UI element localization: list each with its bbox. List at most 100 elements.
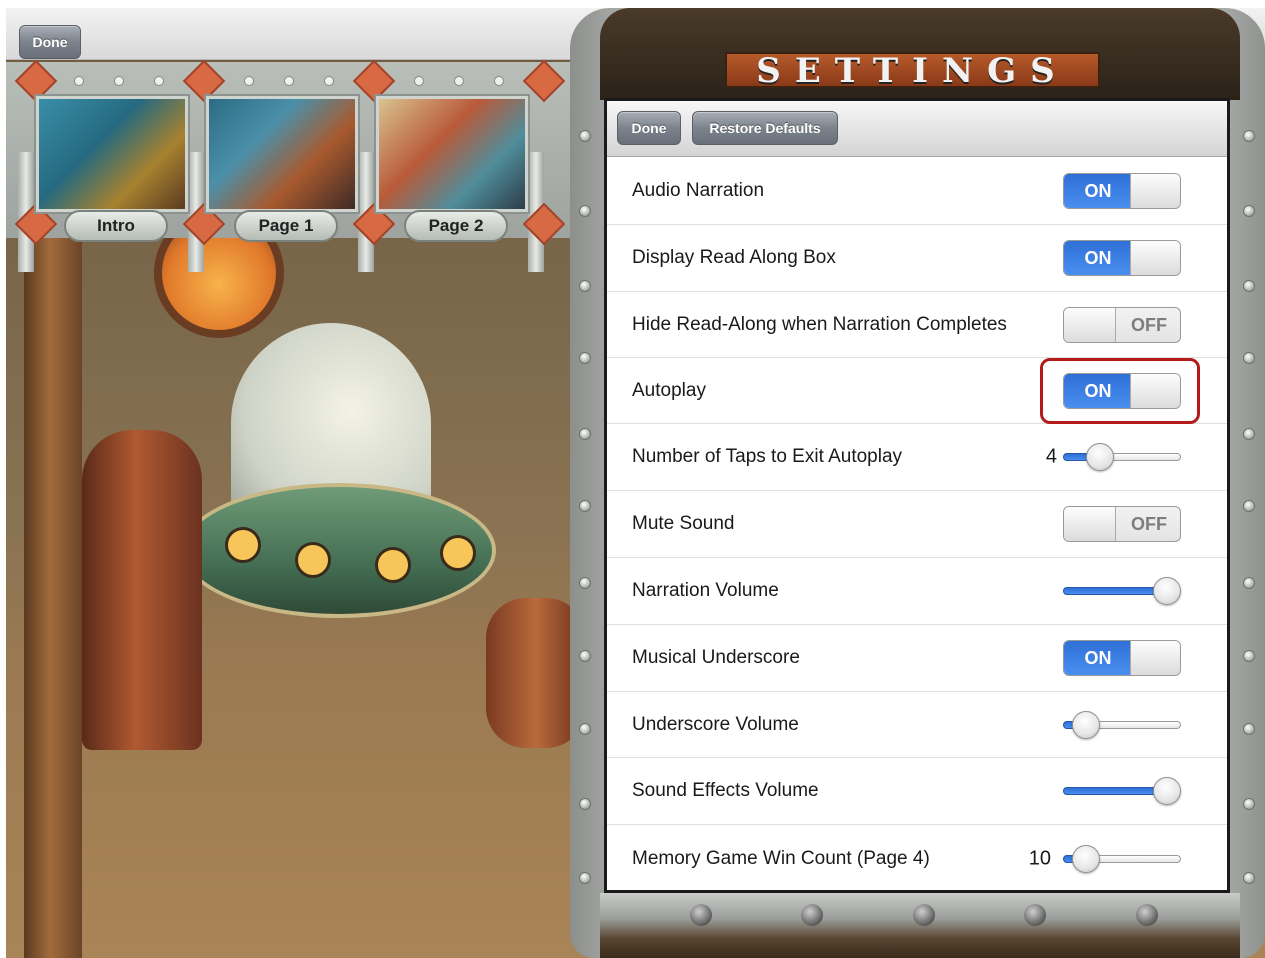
rivet	[1243, 650, 1255, 662]
rivet	[74, 76, 84, 86]
slider-fill	[1063, 787, 1167, 795]
rivet	[454, 76, 464, 86]
setting-label: Audio Narration	[632, 179, 765, 201]
rivet	[284, 76, 294, 86]
settings-title: SETTINGS	[725, 52, 1100, 88]
setting-label: Narration Volume	[632, 580, 779, 601]
settings-toolbar: Done Restore Defaults	[607, 101, 1227, 157]
mute-sound-toggle[interactable]: OFF	[1063, 506, 1181, 542]
toggle-knob[interactable]	[1064, 307, 1116, 342]
number-of-taps-to-exit-autoplay-slider[interactable]	[1063, 442, 1181, 472]
rivet	[1243, 280, 1255, 292]
setting-label: Hide Read-Along when Narration Completes	[632, 313, 1007, 335]
thumbnail-label-page-1[interactable]: Page 1	[234, 210, 338, 242]
setting-label: Display Read Along Box	[632, 247, 836, 268]
narration-volume-slider[interactable]	[1063, 576, 1181, 606]
toggle-state-label: ON	[1064, 173, 1132, 208]
toggle-state-label: OFF	[1131, 514, 1167, 534]
ship-light	[375, 547, 411, 583]
fire-extinguisher	[82, 430, 202, 750]
settings-done-button[interactable]: Done	[617, 111, 681, 145]
hide-read-along-when-narration-completes-toggle[interactable]: OFF	[1063, 306, 1181, 343]
thumbnail-page-1[interactable]	[206, 96, 358, 212]
rivet	[579, 723, 591, 735]
settings-row-memory-game-win-count-page-4: Memory Game Win Count (Page 4) 10	[607, 825, 1227, 890]
done-button[interactable]: Done	[19, 25, 81, 59]
audio-narration-toggle[interactable]: ON	[1063, 172, 1181, 209]
toggle-state-label: OFF	[1131, 314, 1167, 335]
rivet	[579, 280, 591, 292]
settings-row-narration-volume: Narration Volume	[607, 558, 1227, 625]
toggle-state-label: ON	[1064, 241, 1132, 275]
rivet	[579, 205, 591, 217]
rivet	[324, 76, 334, 86]
restore-defaults-button[interactable]: Restore Defaults	[692, 111, 838, 145]
rivet	[579, 352, 591, 364]
setting-label: Autoplay	[632, 379, 706, 401]
rivet	[154, 76, 164, 86]
rivet	[1136, 904, 1158, 926]
rivet	[1243, 205, 1255, 217]
rivet	[579, 650, 591, 662]
ship-light	[440, 535, 476, 571]
setting-label: Mute Sound	[632, 513, 735, 534]
rivet	[579, 798, 591, 810]
rivet	[579, 577, 591, 589]
autoplay-highlight-box	[1040, 358, 1200, 424]
display-read-along-box-toggle[interactable]: ON	[1063, 240, 1181, 276]
copper-pole	[24, 236, 82, 958]
sound-effects-volume-slider[interactable]	[1063, 776, 1181, 806]
thumbnail-page-2[interactable]	[376, 96, 528, 212]
rivet	[1024, 904, 1046, 926]
settings-row-mute-sound: Mute Sound OFF	[607, 491, 1227, 558]
slider-thumb[interactable]	[1072, 710, 1100, 739]
musical-underscore-toggle[interactable]: ON	[1063, 640, 1181, 676]
rivet	[414, 76, 424, 86]
settings-row-underscore-volume: Underscore Volume	[607, 692, 1227, 758]
toggle-knob[interactable]	[1064, 507, 1116, 541]
underscore-volume-slider[interactable]	[1063, 710, 1181, 740]
thumbnail-label-intro[interactable]: Intro	[64, 210, 168, 242]
rivet	[579, 428, 591, 440]
rivet	[579, 500, 591, 512]
slider-value: 4	[1045, 445, 1057, 468]
settings-row-display-read-along-box: Display Read Along Box ON	[607, 225, 1227, 292]
slider-value: 10	[1028, 847, 1051, 869]
rivet	[579, 130, 591, 142]
memory-game-win-count-page-4-slider[interactable]	[1063, 844, 1181, 874]
toggle-knob[interactable]	[1130, 173, 1180, 208]
rivet	[801, 904, 823, 926]
thumbnail-intro[interactable]	[36, 96, 188, 212]
rivet	[1243, 872, 1255, 884]
toggle-knob[interactable]	[1130, 241, 1180, 275]
rivet	[579, 872, 591, 884]
rivet	[114, 76, 124, 86]
rivet	[1243, 428, 1255, 440]
setting-label: Musical Underscore	[632, 647, 800, 668]
rivet	[913, 904, 935, 926]
slider-thumb[interactable]	[1153, 777, 1181, 805]
thumbnail-label-page-2[interactable]: Page 2	[404, 210, 508, 242]
ship-light	[295, 542, 331, 578]
rivet	[1243, 798, 1255, 810]
rivet	[494, 76, 504, 86]
settings-row-audio-narration: Audio Narration ON	[607, 157, 1227, 225]
settings-row-number-of-taps-to-exit-autoplay: Number of Taps to Exit Autoplay 4	[607, 424, 1227, 491]
rivet	[1243, 577, 1255, 589]
ship-light	[225, 527, 261, 563]
slider-thumb[interactable]	[1072, 844, 1100, 873]
setting-label: Underscore Volume	[632, 713, 799, 735]
settings-row-sound-effects-volume: Sound Effects Volume	[607, 758, 1227, 825]
toggle-knob[interactable]	[1130, 641, 1180, 675]
slider-thumb[interactable]	[1086, 443, 1114, 471]
setting-label: Sound Effects Volume	[632, 780, 819, 801]
settings-row-hide-read-along-when-narration-completes: Hide Read-Along when Narration Completes…	[607, 292, 1227, 358]
settings-list: Done Restore Defaults Audio Narration ON D…	[604, 98, 1230, 893]
rivet	[1243, 130, 1255, 142]
slider-thumb[interactable]	[1153, 577, 1181, 605]
settings-row-musical-underscore: Musical Underscore ON	[607, 625, 1227, 692]
setting-label: Number of Taps to Exit Autoplay	[632, 446, 903, 467]
rivet	[1243, 723, 1255, 735]
rivet	[1243, 352, 1255, 364]
spaceship-body	[181, 483, 496, 618]
